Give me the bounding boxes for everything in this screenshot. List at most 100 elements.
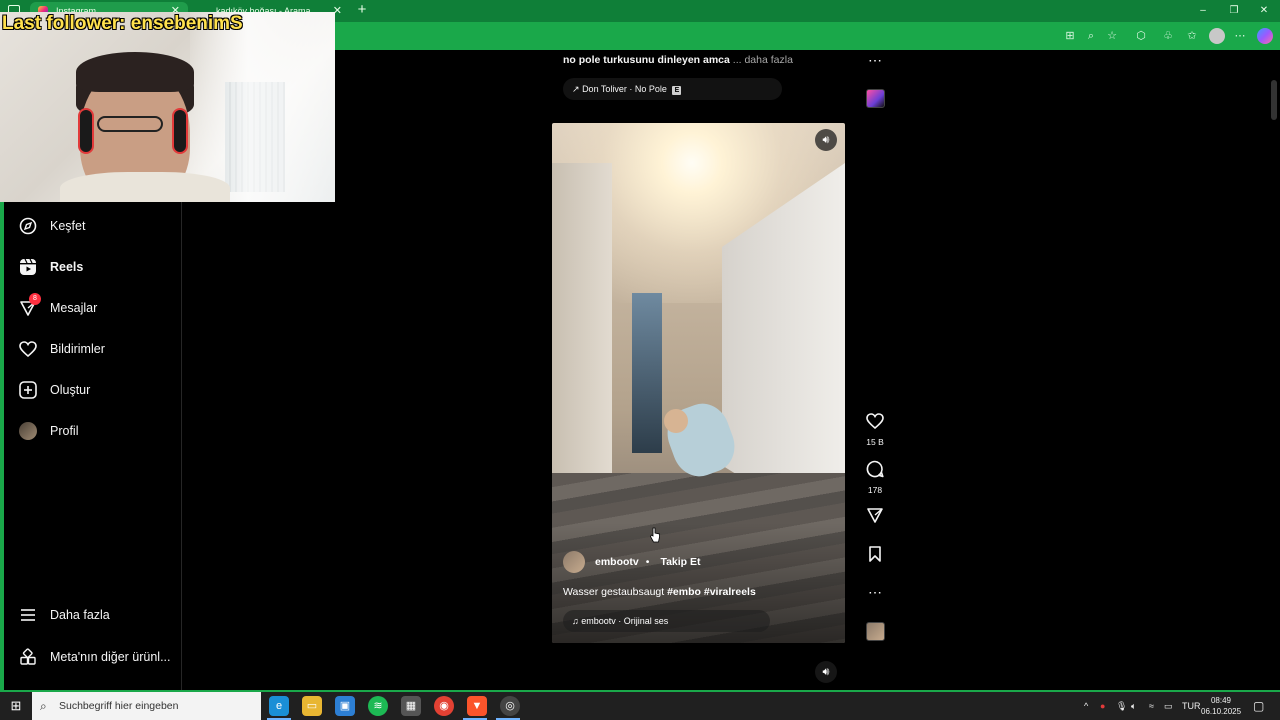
windows-start-icon[interactable]: ⊞ — [6, 697, 26, 715]
sidebar-item-label: Meta'nın diğer ürünl... — [50, 650, 171, 664]
comment-button[interactable]: 178 — [862, 460, 888, 495]
comment-count: 178 — [867, 485, 883, 495]
webcam-shirt — [60, 172, 230, 202]
spotify-icon[interactable]: ≋ — [368, 696, 388, 716]
battery-icon[interactable]: ▭ — [1164, 692, 1173, 720]
more-options-icon[interactable]: ⋯ — [862, 584, 888, 601]
bookmark-icon — [869, 546, 881, 562]
caption-hashtags[interactable]: #embo #viralreels — [667, 586, 756, 598]
sidebar-item-label: Bildirimler — [50, 342, 105, 356]
browser-essentials-icon[interactable]: ♧ — [1160, 28, 1176, 44]
author-avatar[interactable] — [563, 551, 585, 573]
favorites-icon[interactable]: ✩ — [1184, 28, 1200, 44]
taskbar-clock[interactable]: 08:49 06.10.2025 — [1201, 695, 1241, 717]
save-button[interactable] — [862, 545, 888, 568]
webcam-overlay — [0, 12, 335, 202]
audio-label: embootv · Orijinal ses — [581, 616, 669, 626]
search-icon: ⌕ — [40, 699, 47, 713]
chrome-icon[interactable]: ◉ — [434, 696, 454, 716]
favorite-star-icon[interactable]: ☆ — [1104, 28, 1120, 44]
hand-cursor-icon — [650, 527, 660, 543]
sidebar-item-messages[interactable]: 8 Mesajlar — [18, 293, 178, 319]
sidebar-item-notifications[interactable]: Bildirimler — [18, 338, 178, 360]
sidebar-item-create[interactable]: Oluştur — [18, 379, 178, 401]
new-tab-button[interactable]: + — [354, 2, 370, 18]
recording-icon[interactable]: ● — [1100, 692, 1105, 720]
close-window-button[interactable]: ✕ — [1252, 3, 1276, 19]
sidebar-item-explore[interactable]: Keşfet — [18, 215, 178, 237]
more-link[interactable]: ... daha fazla — [733, 54, 793, 66]
avatar — [18, 421, 38, 441]
share-button[interactable] — [862, 506, 888, 529]
webcam-curtain — [190, 12, 335, 202]
sidebar-item-label: Keşfet — [50, 219, 86, 233]
reel-caption: Wasser gestaubsaugt #embo #viralreels — [563, 586, 756, 598]
like-button[interactable]: 15 B — [862, 412, 888, 447]
reel-audio[interactable]: ♫ embootv · Orijinal ses — [563, 610, 770, 632]
audio-thumbnail[interactable] — [866, 622, 885, 641]
compass-icon — [18, 216, 38, 236]
sidebar-item-label: Daha fazla — [50, 608, 110, 622]
separator-dot: • — [645, 556, 650, 568]
author-username[interactable]: embootv — [595, 556, 639, 568]
scrollbar-thumb[interactable] — [1271, 80, 1277, 120]
caption-text: Wasser gestaubsaugt — [563, 586, 665, 598]
webcam-glasses — [97, 116, 163, 132]
maximize-button[interactable]: ❐ — [1222, 3, 1246, 19]
tray-overflow-icon[interactable]: ^ — [1084, 692, 1088, 720]
windows-taskbar: ⊞ ⌕ Suchbegriff hier eingeben e ▭ ▣ ≋ ▦ … — [0, 692, 1280, 720]
page-scrollbar[interactable] — [1268, 50, 1280, 690]
like-count: 15 B — [866, 437, 884, 447]
previous-reel-music[interactable]: ↗ Don Toliver · No Pole E — [563, 78, 782, 100]
hamburger-menu-icon — [18, 605, 38, 625]
follow-button[interactable]: Takip Et — [660, 556, 700, 568]
reels-icon — [18, 257, 38, 277]
notifications-icon[interactable]: ▢ — [1253, 692, 1264, 720]
zoom-icon[interactable]: ⌕ — [1083, 28, 1099, 44]
sidebar-item-more[interactable]: Daha fazla — [18, 604, 178, 626]
arrow-up-right-icon: ↗ — [572, 84, 580, 94]
plus-square-icon — [18, 380, 38, 400]
sidebar-item-reels[interactable]: Reels — [18, 256, 178, 278]
last-follower-text: Last follower: ensebenimS — [2, 13, 243, 34]
volume-icon[interactable]: 🔊︎ — [815, 129, 837, 151]
webcam-hair-top — [76, 52, 194, 92]
video-person-head — [664, 409, 688, 433]
headphone-left — [78, 108, 94, 154]
app-available-icon[interactable]: ⊞ — [1062, 28, 1078, 44]
comment-icon — [866, 460, 884, 478]
file-explorer-icon[interactable]: ▭ — [302, 696, 322, 716]
headphone-right — [172, 108, 188, 154]
sidebar-item-profile[interactable]: Profil — [18, 420, 178, 442]
obs-icon[interactable]: ◎ — [500, 696, 520, 716]
copilot-icon[interactable] — [1257, 28, 1273, 44]
speaker-icon[interactable]: 🔈︎ — [1131, 692, 1136, 720]
minimize-button[interactable]: – — [1191, 3, 1215, 19]
previous-more-options-icon[interactable]: ⋯ — [862, 52, 888, 69]
brave-icon[interactable]: ▼ — [467, 696, 487, 716]
clock-date: 06.10.2025 — [1201, 707, 1242, 716]
taskbar-search-input[interactable]: ⌕ Suchbegriff hier eingeben — [32, 692, 261, 720]
more-menu-icon[interactable]: ⋯ — [1232, 28, 1248, 44]
language-indicator[interactable]: TUR — [1182, 692, 1201, 720]
sidebar-item-meta-products[interactable]: Meta'nın diğer ürünl... — [18, 646, 178, 668]
music-label: Don Toliver · No Pole — [582, 84, 667, 94]
search-placeholder: Suchbegriff hier eingeben — [59, 700, 179, 712]
microphone-icon[interactable]: 🎙︎ — [1116, 692, 1127, 720]
extension-icon[interactable]: ⬡ — [1133, 28, 1149, 44]
mute-toggle-icon[interactable]: 🔊︎ — [815, 661, 837, 683]
meta-apps-icon — [18, 647, 38, 667]
unread-badge: 8 — [29, 293, 41, 305]
store-icon[interactable]: ▣ — [335, 696, 355, 716]
heart-icon — [866, 413, 884, 430]
video-door — [632, 293, 662, 453]
reel-author-row: embootv • Takip Et — [563, 551, 701, 573]
share-icon — [867, 508, 883, 523]
wifi-icon[interactable]: ≈ — [1149, 692, 1154, 720]
sidebar-item-label: Profil — [50, 424, 79, 438]
calculator-icon[interactable]: ▦ — [401, 696, 421, 716]
profile-avatar[interactable] — [1209, 28, 1225, 44]
previous-audio-thumbnail[interactable] — [866, 89, 885, 108]
music-note-icon: ♫ — [572, 616, 579, 626]
edge-icon[interactable]: e — [269, 696, 289, 716]
